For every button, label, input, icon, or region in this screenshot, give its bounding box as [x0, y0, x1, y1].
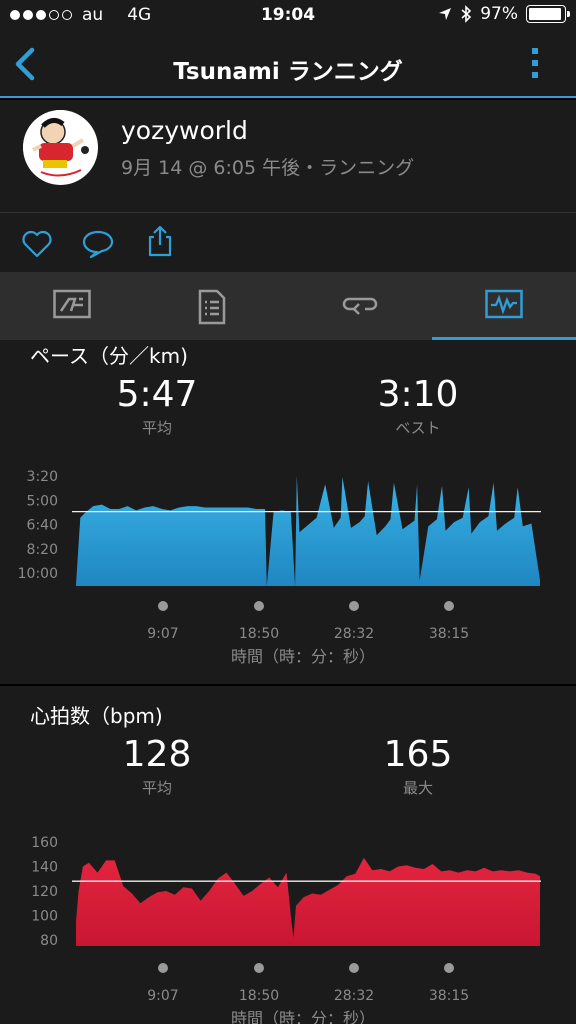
y-tick-label: 100	[31, 909, 58, 925]
charts-pulse-icon	[485, 289, 523, 319]
tab-overview[interactable]	[0, 272, 144, 340]
battery-percent: 97%	[480, 4, 518, 24]
y-tick-label: 160	[31, 835, 58, 851]
status-bar: au 4G 19:04 97%	[0, 0, 576, 32]
more-options-icon[interactable]	[532, 48, 538, 78]
pace-panel: ペース（分／km) 5:47 平均 3:10 ベスト 3:20 5:00 6:40 8…	[0, 340, 576, 684]
y-tick-label: 80	[40, 933, 58, 949]
activity-tabs	[0, 272, 576, 340]
heart-rate-chart[interactable]: 160 140 120 100 80 9:07 18:50 28:32 38:15 時間（時：分：…	[0, 826, 576, 1024]
tab-charts[interactable]	[432, 272, 576, 340]
x-axis-label: 時間（時：分：秒）	[231, 1009, 375, 1024]
heart-rate-max-label: 最大	[402, 779, 433, 797]
tab-laps[interactable]	[288, 272, 432, 340]
y-tick-label: 5:00	[27, 493, 58, 509]
pace-chart[interactable]: 3:20 5:00 6:40 8:20 10:00 9:07 18:50 28:32 38:15…	[0, 460, 576, 680]
heart-rate-title: 心拍数（bpm)	[30, 704, 163, 728]
pace-best-value: 3:10	[377, 374, 459, 415]
y-tick-label: 10:00	[18, 566, 58, 582]
x-tick-label: 28:32	[334, 626, 374, 642]
x-tick-label: 9:07	[147, 626, 178, 642]
pace-best-label: ベスト	[395, 419, 441, 437]
x-tick-marker	[349, 601, 359, 611]
heart-rate-max-value: 165	[383, 734, 453, 775]
x-tick-label: 9:07	[147, 988, 178, 1004]
pace-title: ペース（分／km)	[30, 344, 188, 368]
heart-rate-panel: 心拍数（bpm) 128 平均 165 最大 160 140 120 100 80 9:0…	[0, 686, 576, 1024]
battery-icon	[526, 5, 570, 23]
laps-loop-icon	[342, 297, 378, 315]
x-tick-label: 28:32	[334, 988, 374, 1004]
x-tick-marker	[444, 601, 454, 611]
x-tick-marker	[158, 601, 168, 611]
x-tick-marker	[254, 963, 264, 973]
x-tick-marker	[349, 963, 359, 973]
y-tick-label: 120	[31, 884, 58, 900]
y-tick-label: 8:20	[27, 542, 58, 558]
pace-average-value: 5:47	[116, 374, 198, 415]
pace-average-label: 平均	[141, 419, 172, 437]
y-tick-label: 3:20	[27, 469, 58, 485]
status-right: 97%	[438, 4, 570, 24]
series-area	[76, 857, 540, 946]
x-tick-label: 38:15	[429, 988, 469, 1004]
x-tick-marker	[444, 963, 454, 973]
x-tick-label: 18:50	[239, 626, 279, 642]
activity-meta: 9月 14 @ 6:05 午後・ランニング	[121, 157, 415, 179]
stats-document-icon	[198, 289, 226, 325]
bluetooth-icon	[461, 5, 472, 23]
comment-bubble-icon[interactable]	[82, 229, 114, 259]
activity-header: yozyworld 9月 14 @ 6:05 午後・ランニング	[0, 100, 576, 212]
page-title: Tsunami ランニング	[173, 59, 403, 85]
map-chart-icon	[53, 289, 91, 319]
heart-rate-average-label: 平均	[141, 779, 172, 797]
avatar[interactable]	[23, 110, 98, 185]
nav-bar: Tsunami ランニング	[0, 32, 576, 98]
x-axis-label: 時間（時：分：秒）	[231, 647, 375, 666]
like-heart-icon[interactable]	[22, 230, 52, 258]
username[interactable]: yozyworld	[121, 116, 248, 145]
share-icon[interactable]	[148, 225, 172, 257]
location-arrow-icon	[439, 8, 452, 20]
x-tick-marker	[158, 963, 168, 973]
x-tick-label: 38:15	[429, 626, 469, 642]
y-tick-label: 6:40	[27, 518, 58, 534]
social-actions	[0, 212, 576, 272]
x-tick-label: 18:50	[239, 988, 279, 1004]
y-tick-label: 140	[31, 860, 58, 876]
series-area	[76, 475, 540, 586]
heart-rate-average-value: 128	[122, 734, 192, 775]
tab-stats[interactable]	[144, 272, 288, 340]
x-tick-marker	[254, 601, 264, 611]
